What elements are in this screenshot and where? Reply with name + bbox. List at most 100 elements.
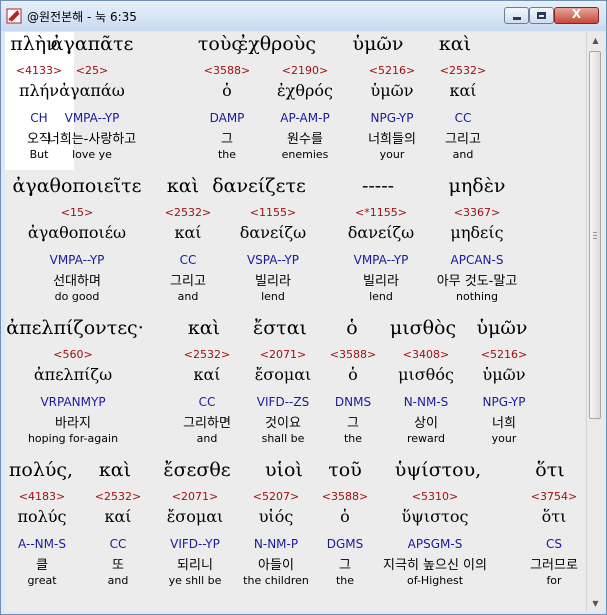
greek-word[interactable]: ὅτι xyxy=(535,459,564,481)
word-english: nothing xyxy=(456,290,498,303)
word-english: the xyxy=(217,148,237,161)
greek-word[interactable]: ἔσεσθε xyxy=(163,459,230,481)
word-lemmas: ἔσομαι xyxy=(254,365,312,384)
maximize-button[interactable] xyxy=(529,7,554,24)
greek-word[interactable]: μηδὲν xyxy=(449,175,506,197)
word-parsing: VMPA--YP xyxy=(353,253,409,267)
word-english: the xyxy=(343,432,363,445)
word-english: and xyxy=(107,574,129,587)
greek-word[interactable]: ἔσται xyxy=(253,317,307,339)
word-numbers: <2532> xyxy=(94,490,142,503)
minimize-icon xyxy=(513,17,521,20)
word-korean: 원수를 xyxy=(287,132,323,147)
word-numbers: <3408> xyxy=(402,348,450,361)
word-korean: 그리하면 xyxy=(183,416,231,431)
greek-word[interactable]: ὑμῶν xyxy=(353,33,404,55)
greek-word[interactable]: τοῦ xyxy=(328,459,362,481)
greek-word[interactable]: ἀπελπίζοντες· xyxy=(6,317,143,339)
word-korean: 그 xyxy=(347,416,359,431)
word-english: great xyxy=(27,574,57,587)
word-numbers: <1155> xyxy=(249,206,297,219)
word-english: shall be xyxy=(261,432,305,445)
greek-word[interactable]: ----- xyxy=(362,175,394,197)
word-parsing: CC xyxy=(198,395,216,409)
app-window: @원전본해 - 눅 6:35 X πλὴν ἀγαπᾶτε τοὺς ἐχθροὺς ὑ… xyxy=(0,0,607,615)
interlinear-panel: πλὴν ἀγαπᾶτε τοὺς ἐχθροὺς ὑμῶν καὶ <4133> <25> <… xyxy=(5,32,585,612)
greek-word[interactable]: πολύς, xyxy=(9,459,73,481)
word-numbers: <5207> xyxy=(252,490,300,503)
greek-word[interactable]: μισθὸς xyxy=(390,317,456,339)
word-english: lend xyxy=(369,290,393,303)
word-parsing: VSPA--YP xyxy=(246,253,300,267)
greek-word[interactable]: ὁ xyxy=(346,317,357,339)
close-button[interactable]: X xyxy=(554,7,599,24)
minimize-button[interactable] xyxy=(504,7,529,24)
word-parsing: VIFD--YP xyxy=(170,537,220,551)
word-parsing: N-NM-P xyxy=(253,537,299,551)
scroll-thumb[interactable] xyxy=(589,51,601,419)
word-korean: 아무 것도-말고 xyxy=(436,274,518,289)
word-numbers: <25> xyxy=(75,64,109,77)
title-bar[interactable]: @원전본해 - 눅 6:35 X xyxy=(1,1,606,31)
word-korean: 그리고 xyxy=(170,274,206,289)
word-english: for xyxy=(546,574,562,587)
greek-word[interactable]: ἐχθροὺς xyxy=(238,33,316,55)
word-english: But xyxy=(29,148,49,161)
word-korean: 그리고 xyxy=(445,132,481,147)
greek-word[interactable]: ἀγαπᾶτε xyxy=(51,33,134,55)
greek-word[interactable]: ἀγαθοποιεῖτε xyxy=(13,175,142,197)
word-parsing: AP-AM-P xyxy=(280,111,330,125)
word-korean: 아들이 xyxy=(258,558,294,573)
word-korean: 것이요 xyxy=(265,416,301,431)
word-english: the xyxy=(335,574,355,587)
word-english: hoping for-again xyxy=(27,432,119,445)
app-icon xyxy=(6,8,22,24)
word-english: and xyxy=(177,290,199,303)
word-english: do good xyxy=(54,290,100,303)
word-parsing: VIFD--ZS xyxy=(256,395,310,409)
word-english: ye shll be xyxy=(168,574,222,587)
greek-word[interactable]: καὶ xyxy=(167,175,199,197)
greek-word[interactable]: ὑμῶν xyxy=(477,317,528,339)
word-parsing: APSGM-S xyxy=(407,537,463,551)
word-numbers: <*1155> xyxy=(355,206,407,219)
greek-word[interactable]: τοὺς xyxy=(198,33,242,55)
greek-word[interactable]: καὶ xyxy=(439,33,471,55)
word-korean: 클 xyxy=(36,558,48,573)
grip-icon xyxy=(593,238,597,239)
word-numbers: <5310> xyxy=(411,490,459,503)
word-lemmas: μισθός xyxy=(398,365,454,384)
word-korean: 되리니 xyxy=(177,558,213,573)
grip-icon xyxy=(593,232,597,233)
word-numbers: <2190> xyxy=(281,64,329,77)
word-lemmas: ἀγαθοποιέω xyxy=(27,223,127,242)
greek-word[interactable]: καὶ xyxy=(99,459,131,481)
word-parsing: CC xyxy=(109,537,127,551)
word-lemmas: καί xyxy=(449,81,477,100)
greek-word[interactable]: δανείζετε xyxy=(212,175,306,197)
word-lemmas: καί xyxy=(174,223,202,242)
word-lemmas: πολύς xyxy=(17,507,67,526)
word-english: love ye xyxy=(72,148,112,161)
word-numbers: <3588> xyxy=(321,490,369,503)
greek-word[interactable]: υἱοὶ xyxy=(265,459,303,481)
vertical-scrollbar[interactable]: ▲ ▼ xyxy=(586,32,604,612)
scroll-down-icon[interactable]: ▼ xyxy=(587,595,604,612)
word-lemmas: καί xyxy=(104,507,132,526)
word-english: of-Highest xyxy=(406,574,464,587)
window-title: @원전본해 - 눅 6:35 xyxy=(27,10,137,24)
word-parsing: CC xyxy=(179,253,197,267)
scroll-up-icon[interactable]: ▲ xyxy=(587,32,604,49)
word-english: the children xyxy=(243,574,309,587)
word-numbers: <2532> xyxy=(439,64,487,77)
greek-word[interactable]: καὶ xyxy=(188,317,220,339)
word-parsing: VMPA--YP xyxy=(49,253,105,267)
word-parsing: VMPA--YP xyxy=(64,111,120,125)
word-lemmas: καί xyxy=(193,365,221,384)
word-numbers: <2071> xyxy=(171,490,219,503)
word-lemmas: ὑμῶν xyxy=(370,81,414,100)
word-english: and xyxy=(196,432,218,445)
greek-word[interactable]: ὑψίστου, xyxy=(395,459,481,481)
word-parsing: NPG-YP xyxy=(482,395,526,409)
word-lemmas: ὁ xyxy=(340,507,350,526)
